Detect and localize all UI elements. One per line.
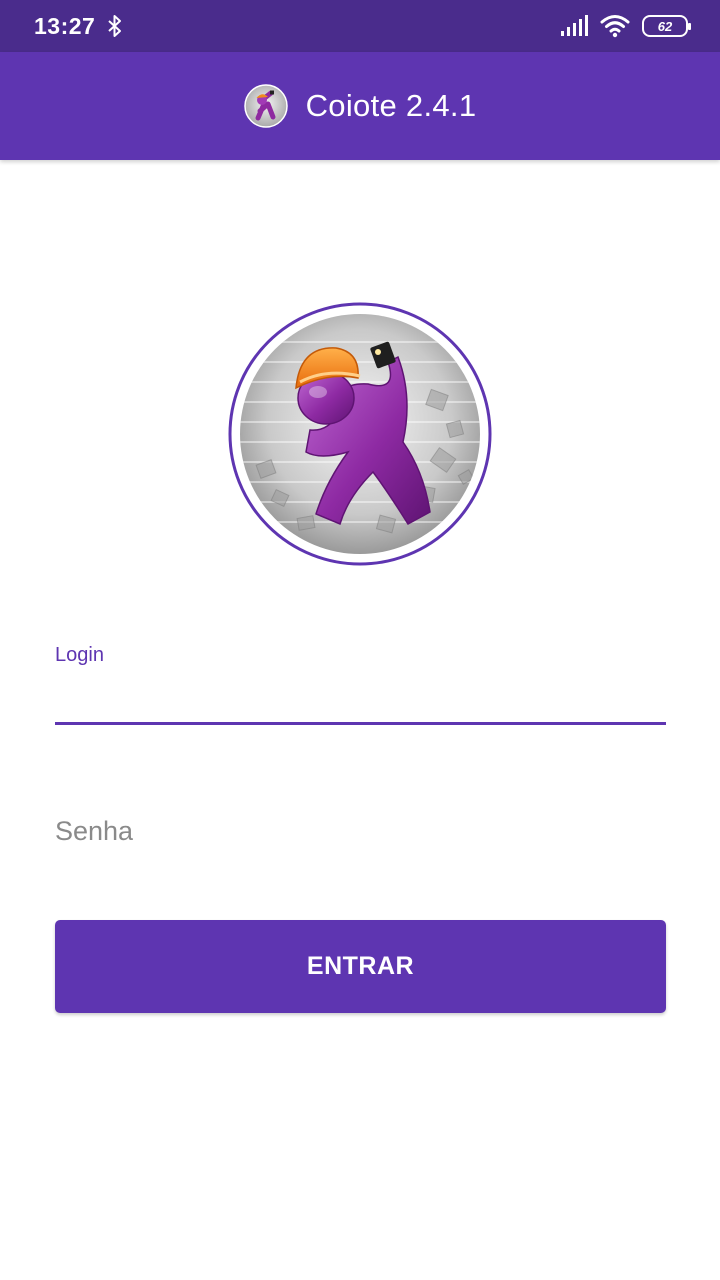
battery-level: 62 [657,18,673,34]
app-title: Coiote 2.4.1 [305,88,477,123]
signal-icon [561,15,588,36]
bluetooth-icon [108,15,122,37]
status-time: 13:27 [34,12,96,39]
login-label: Login [55,644,104,666]
status-bar: 13:27 62 [0,0,720,52]
status-right: 62 [560,14,691,38]
login-input[interactable] [55,676,666,724]
login-underline [55,722,666,725]
login-button[interactable]: ENTRAR [55,920,666,1013]
app-logo [228,302,492,566]
battery-icon: 62 [642,15,691,37]
status-left: 13:27 [34,13,123,40]
wifi-icon [600,15,630,38]
worker-logo-icon [228,302,492,566]
app-bar: Coiote 2.4.1 [0,52,720,160]
password-input[interactable] [55,808,666,854]
app-logo-icon [243,84,288,128]
